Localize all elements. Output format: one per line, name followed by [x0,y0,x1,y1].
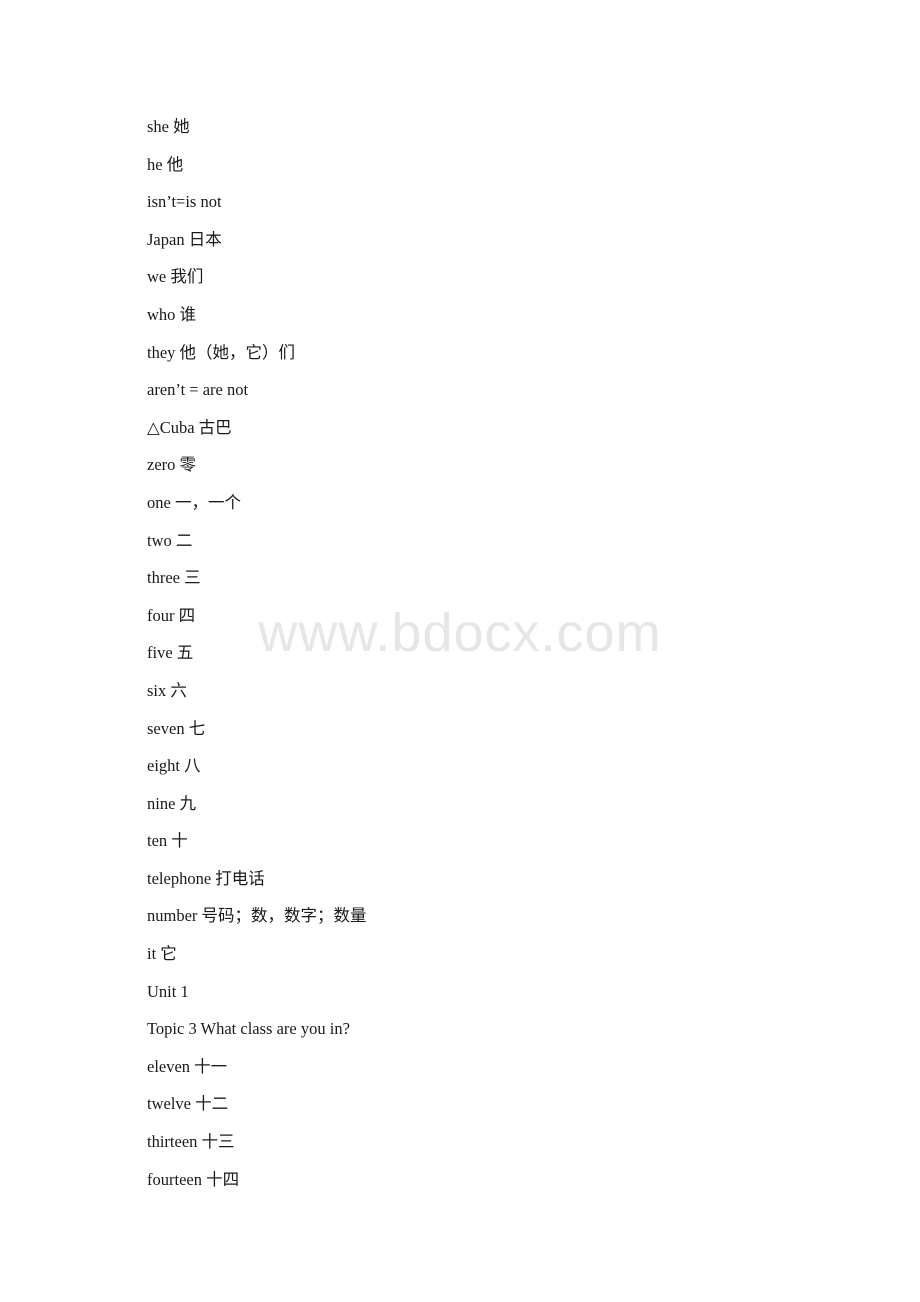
document-line: six 六 [147,680,187,700]
document-text-body: she 她 he 他 isn’t=is not Japan 日本 we 我们 w… [147,108,847,1198]
document-line: we 我们 [147,267,204,287]
document-line: nine 九 [147,793,197,813]
document-line: five 五 [147,643,194,663]
document-line: Topic 3 What class are you in? [147,1019,350,1039]
document-line: three 三 [147,568,201,588]
document-line: it 它 [147,944,177,964]
document-line: fourteen 十四 [147,1169,240,1189]
document-line: seven 七 [147,718,206,738]
document-line: one 一，一个 [147,492,241,512]
document-line: telephone 打电话 [147,868,265,888]
document-line: thirteen 十三 [147,1132,235,1152]
document-line: she 她 [147,117,190,136]
document-line: ten 十 [147,831,188,851]
document-line: who 谁 [147,304,197,324]
document-line: he 他 [147,154,184,174]
document-line: isn’t=is not [147,192,222,212]
document-line: four 四 [147,605,196,625]
document-line: zero 零 [147,455,197,475]
document-line: Unit 1 [147,981,189,1001]
document-line: Japan 日本 [147,229,222,249]
document-line: they 他（她，它）们 [147,342,296,362]
document-line: twelve 十二 [147,1094,229,1114]
document-line: two 二 [147,530,193,550]
document-line: △Cuba 古巴 [147,417,232,437]
document-line: eleven 十一 [147,1056,228,1076]
document-page: www.bdocx.com she 她 he 他 isn’t=is not Ja… [0,0,920,1302]
document-line: number 号码；数，数字；数量 [147,906,367,926]
document-line: aren’t = are not [147,380,249,400]
document-line: eight 八 [147,756,201,776]
